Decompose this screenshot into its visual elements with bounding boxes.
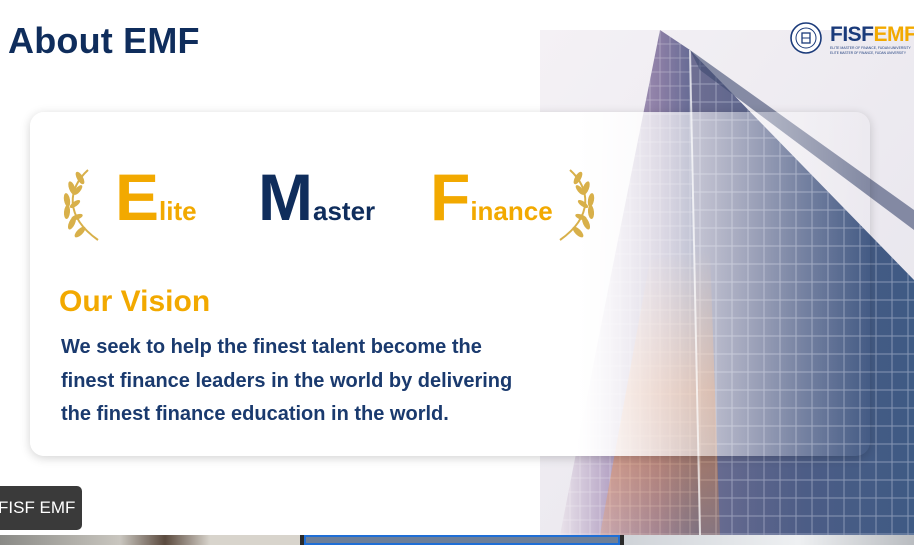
vision-heading: Our Vision (59, 285, 211, 318)
svg-text:ELITE MASTER OF FINANCE, FUDAN: ELITE MASTER OF FINANCE, FUDAN UNIVERSIT… (830, 51, 907, 55)
vision-line: finest finance leaders in the world by d… (61, 369, 513, 392)
participant-name-tag[interactable]: FISF EMF (0, 486, 82, 530)
video-tile-active[interactable] (304, 535, 620, 545)
fisf-emf-logo: FISFEMF ELITE MASTER OF FINANCE, FUDAN U… (790, 22, 914, 58)
vision-line: We seek to help the finest talent become… (61, 336, 482, 358)
video-tile[interactable] (0, 535, 300, 545)
laurel-left-icon (63, 169, 99, 241)
laurel-right-icon (559, 169, 595, 241)
logo-subtitle: ELITE MASTER OF FINANCE, FUDAN UNIVERSIT… (830, 46, 912, 55)
acronym-word-finance: Finance (430, 160, 553, 234)
university-seal-icon (790, 22, 822, 54)
acronym-word-master: Master (258, 160, 376, 234)
page-title: About EMF (8, 20, 200, 61)
vision-line: the finest finance education in the worl… (61, 403, 449, 425)
acronym-word-elite: Elite (115, 160, 197, 234)
logo-wordmark: FISFEMF (830, 23, 914, 46)
video-tile[interactable] (624, 535, 914, 545)
presentation-stage: About EMF FISFEMF ELITE MASTER OF FINANC… (0, 0, 914, 545)
vision-statement: We seek to help the finest talent become… (61, 331, 561, 432)
svg-text:ELITE MASTER OF FINANCE, FUDAN: ELITE MASTER OF FINANCE, FUDAN UNIVERSIT… (830, 46, 912, 50)
video-thumbnail-strip (0, 535, 914, 545)
